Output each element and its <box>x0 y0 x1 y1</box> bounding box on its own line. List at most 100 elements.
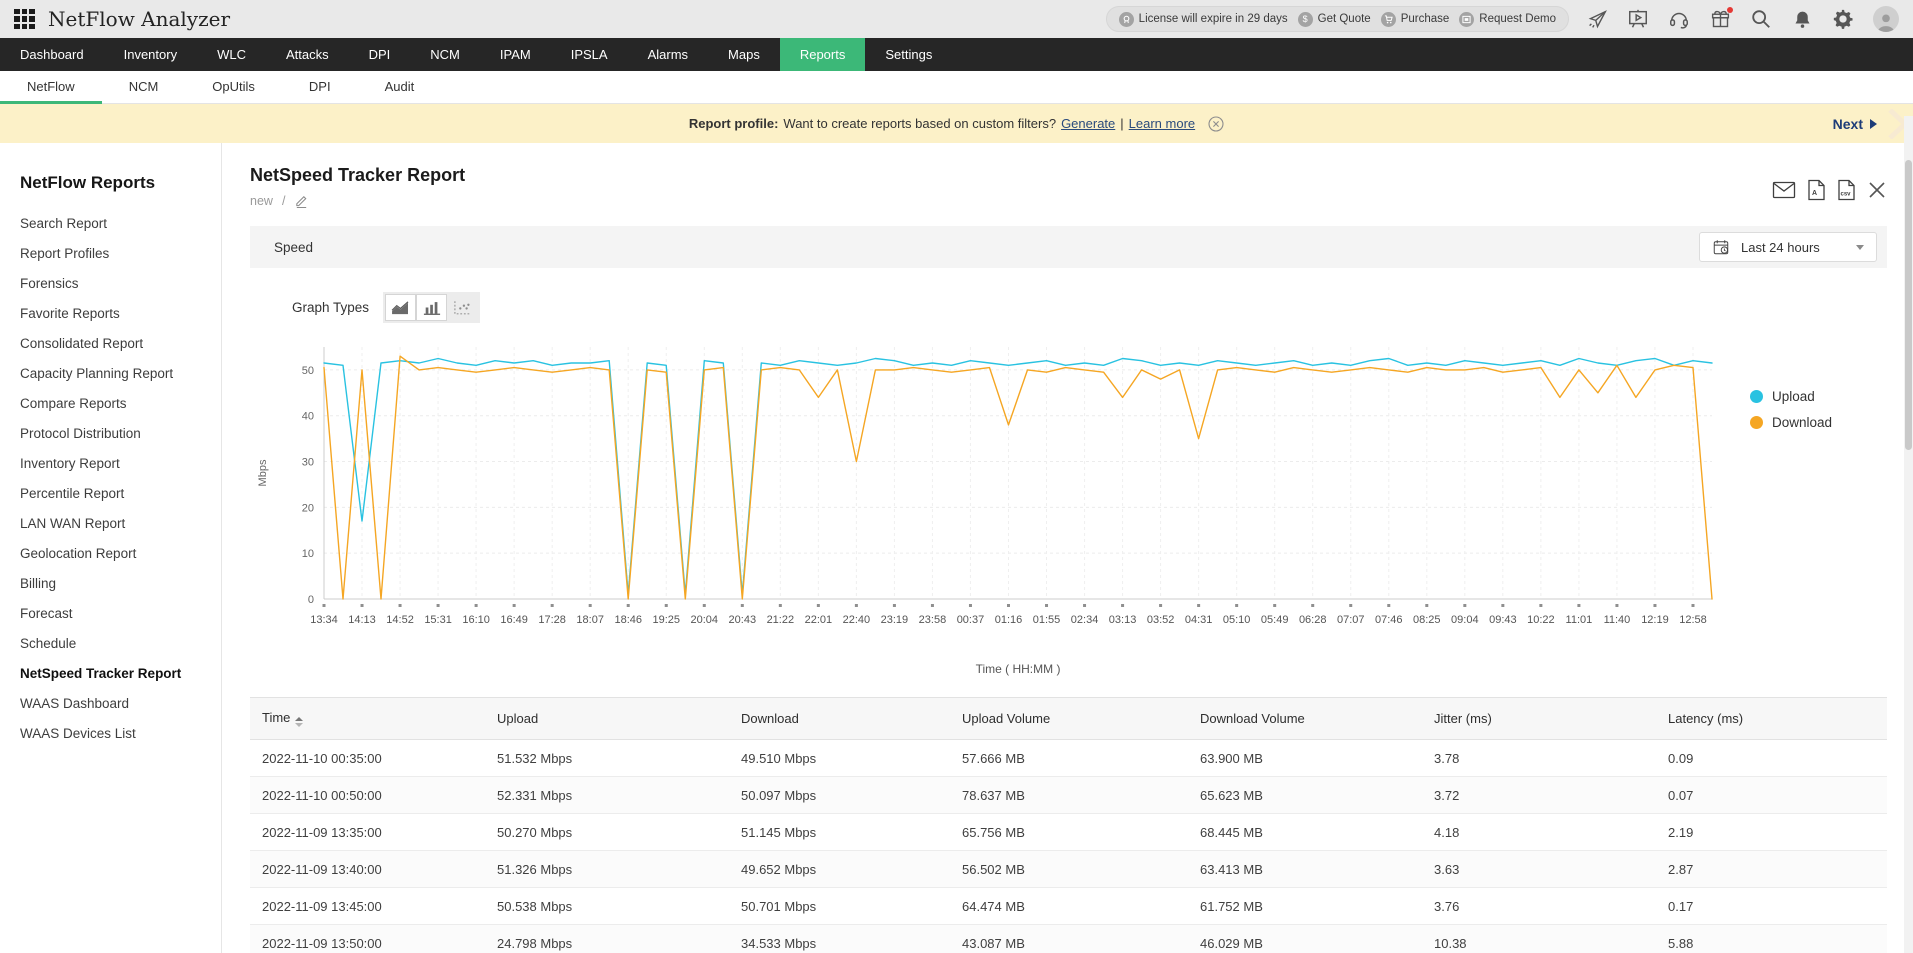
search-icon[interactable] <box>1750 8 1772 30</box>
svg-text:23:58: 23:58 <box>919 614 947 626</box>
sidebar-item[interactable]: Report Profiles <box>20 239 221 269</box>
email-icon[interactable] <box>1772 180 1796 200</box>
cell-download-volume: 65.623 MB <box>1188 776 1422 814</box>
cell-download: 34.533 Mbps <box>729 924 950 953</box>
headset-icon[interactable] <box>1668 8 1690 30</box>
nav-item[interactable]: WLC <box>197 38 266 71</box>
subnav-item[interactable]: DPI <box>282 71 358 103</box>
cell-time: 2022-11-10 00:35:00 <box>250 739 485 777</box>
cell-latency: 2.87 <box>1656 850 1887 888</box>
purchase-button[interactable]: Purchase <box>1380 11 1449 27</box>
sidebar-item[interactable]: Forensics <box>20 269 221 299</box>
sidebar-item[interactable]: Consolidated Report <box>20 329 221 359</box>
presentation-icon[interactable] <box>1627 8 1649 30</box>
sidebar-item[interactable]: Search Report <box>20 209 221 239</box>
svg-text:19:25: 19:25 <box>652 614 680 626</box>
sidebar-item[interactable]: Inventory Report <box>20 449 221 479</box>
banner-text: Want to create reports based on custom f… <box>783 116 1057 131</box>
subnav-item[interactable]: OpUtils <box>185 71 282 103</box>
cell-upload-volume: 78.637 MB <box>950 776 1188 814</box>
export-pdf-icon[interactable]: A <box>1807 179 1826 201</box>
svg-text:22:01: 22:01 <box>805 614 833 626</box>
column-header-download-volume[interactable]: Download Volume <box>1188 697 1422 740</box>
sidebar-item[interactable]: Forecast <box>20 599 221 629</box>
nav-item[interactable]: Inventory <box>104 38 197 71</box>
legend-upload[interactable]: Upload <box>1750 389 1832 404</box>
graph-types-label: Graph Types <box>292 300 370 315</box>
svg-text:20:43: 20:43 <box>729 614 757 626</box>
rocket-icon[interactable] <box>1586 8 1608 30</box>
nav-item[interactable]: Maps <box>708 38 780 71</box>
section-title: Speed <box>274 239 314 255</box>
subnav-item[interactable]: Audit <box>358 71 442 103</box>
sidebar-item[interactable]: Billing <box>20 569 221 599</box>
cell-download-volume: 63.413 MB <box>1188 850 1422 888</box>
sidebar-item[interactable]: Percentile Report <box>20 479 221 509</box>
sidebar-item[interactable]: Schedule <box>20 629 221 659</box>
sort-icon[interactable] <box>295 717 304 727</box>
close-icon[interactable] <box>1867 180 1887 200</box>
gift-icon[interactable] <box>1709 7 1733 30</box>
nav-item[interactable]: DPI <box>349 38 411 71</box>
column-header-download[interactable]: Download <box>729 697 950 740</box>
sidebar-item[interactable]: Geolocation Report <box>20 539 221 569</box>
breadcrumb: new / <box>250 193 465 208</box>
sidebar-item[interactable]: WAAS Devices List <box>20 719 221 749</box>
sidebar-item[interactable]: Compare Reports <box>20 389 221 419</box>
nav-item[interactable]: Reports <box>779 38 866 71</box>
svg-text:40: 40 <box>302 411 314 423</box>
sidebar-item[interactable]: NetSpeed Tracker Report <box>20 659 221 689</box>
table-row: 2022-11-09 13:50:00 24.798 Mbps 34.533 M… <box>250 924 1887 953</box>
banner-close-icon[interactable] <box>1208 115 1224 132</box>
nav-item[interactable]: IPAM <box>480 38 551 71</box>
license-badge-icon <box>1118 11 1134 27</box>
area-chart-button[interactable] <box>385 294 417 321</box>
bell-icon[interactable] <box>1791 8 1813 30</box>
column-header-time[interactable]: Time <box>250 697 485 740</box>
time-range-dropdown[interactable]: Last 24 hours <box>1699 232 1877 262</box>
next-button[interactable]: Next <box>1833 116 1877 132</box>
column-header-jitter[interactable]: Jitter (ms) <box>1422 697 1656 740</box>
top-bar: NetFlow Analyzer License will expire in … <box>0 0 1913 38</box>
nav-item[interactable]: Dashboard <box>0 38 104 71</box>
subnav-item[interactable]: NCM <box>102 71 186 103</box>
sidebar-item[interactable]: WAAS Dashboard <box>20 689 221 719</box>
scrollbar-thumb[interactable] <box>1905 160 1912 450</box>
gear-icon[interactable] <box>1832 8 1854 30</box>
demo-screen-icon <box>1459 11 1475 27</box>
column-header-upload[interactable]: Upload <box>485 697 729 740</box>
cell-upload-volume: 56.502 MB <box>950 850 1188 888</box>
column-header-latency[interactable]: Latency (ms) <box>1656 697 1887 740</box>
nav-item[interactable]: Alarms <box>628 38 708 71</box>
svg-text:15:31: 15:31 <box>424 614 452 626</box>
export-csv-icon[interactable]: csv <box>1837 179 1856 201</box>
subnav-item[interactable]: NetFlow <box>0 71 102 104</box>
scatter-chart-button[interactable] <box>447 294 478 321</box>
user-avatar[interactable] <box>1873 6 1899 32</box>
cell-upload-volume: 65.756 MB <box>950 813 1188 851</box>
svg-text:13:34: 13:34 <box>310 614 338 626</box>
nav-item[interactable]: Settings <box>865 38 952 71</box>
cell-jitter: 3.76 <box>1422 887 1656 925</box>
learn-more-link[interactable]: Learn more <box>1129 116 1195 131</box>
legend-download[interactable]: Download <box>1750 415 1832 430</box>
apps-grid-icon[interactable] <box>14 8 35 30</box>
bar-chart-button[interactable] <box>416 294 448 321</box>
request-demo-button[interactable]: Request Demo <box>1459 11 1556 27</box>
sidebar-item[interactable]: Favorite Reports <box>20 299 221 329</box>
sidebar-item[interactable]: Capacity Planning Report <box>20 359 221 389</box>
nav-item[interactable]: NCM <box>410 38 480 71</box>
vertical-scrollbar[interactable] <box>1904 116 1913 953</box>
nav-item[interactable]: IPSLA <box>551 38 628 71</box>
sidebar-item[interactable]: Protocol Distribution <box>20 419 221 449</box>
breadcrumb-new: new <box>250 193 273 208</box>
edit-pencil-icon[interactable] <box>294 193 309 208</box>
column-header-upload-volume[interactable]: Upload Volume <box>950 697 1188 740</box>
nav-item[interactable]: Attacks <box>266 38 349 71</box>
generate-link[interactable]: Generate <box>1061 116 1115 131</box>
svg-text:09:43: 09:43 <box>1489 614 1517 626</box>
cell-download: 51.145 Mbps <box>729 813 950 851</box>
banner-divider: | <box>1120 116 1124 131</box>
sidebar-item[interactable]: LAN WAN Report <box>20 509 221 539</box>
get-quote-button[interactable]: $ Get Quote <box>1297 11 1371 27</box>
